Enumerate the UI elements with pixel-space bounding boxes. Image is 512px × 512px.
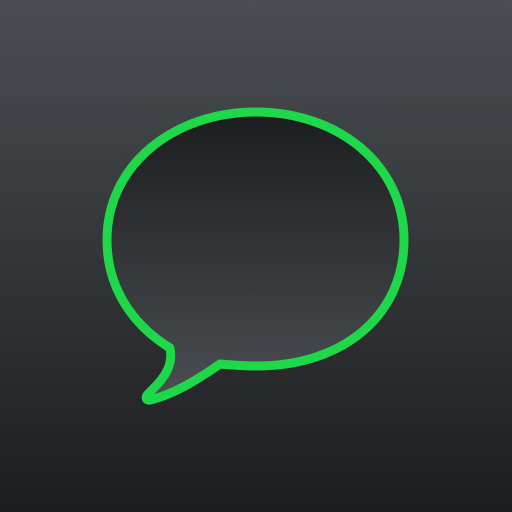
app-icon <box>0 0 512 512</box>
chat-bubble-icon <box>0 0 512 512</box>
